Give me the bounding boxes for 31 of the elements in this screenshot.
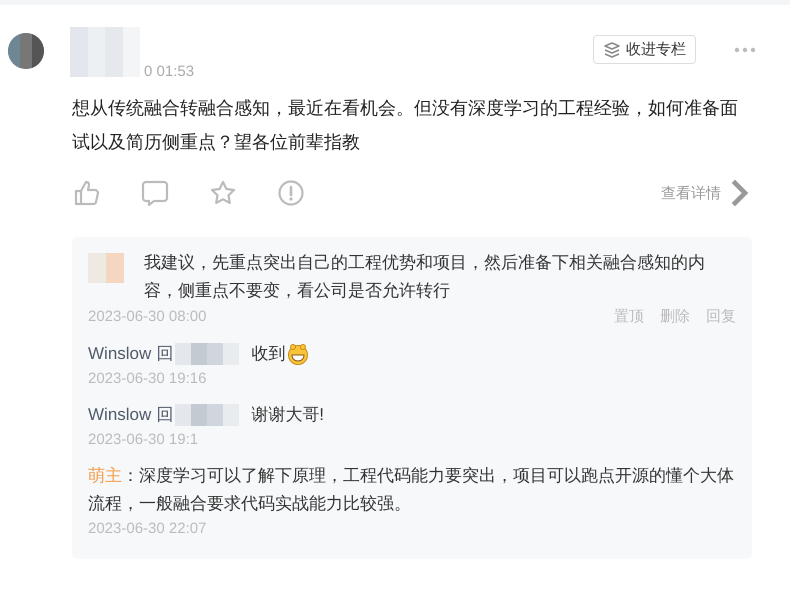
- pixelated-name: [70, 27, 140, 77]
- author-name[interactable]: Winslow: [88, 340, 152, 368]
- reply-label: 回: [156, 404, 174, 426]
- author-name[interactable]: Winslow: [88, 401, 152, 429]
- reply-time: 2023-06-30 22:07: [88, 520, 206, 537]
- star-icon[interactable]: [209, 179, 237, 207]
- pixelated-avatar: [88, 253, 124, 283]
- pixelated-name: [175, 343, 240, 365]
- reply-label: 回: [156, 343, 174, 365]
- reply-text: 萌主：深度学习可以了解下原理，工程代码能力要突出，项目可以跑点开源的懂个大体流程，一般融合要求代码实战能力比较强。: [88, 465, 735, 515]
- reply-time: 2023-06-30 19:1: [88, 431, 198, 448]
- thumbs-up-icon[interactable]: [73, 179, 101, 207]
- more-icon[interactable]: [734, 47, 756, 53]
- reply-text: 谢谢大哥!: [251, 404, 324, 426]
- stack-icon: [603, 42, 621, 58]
- pixelated-name: [175, 404, 240, 426]
- comment-icon[interactable]: [141, 179, 169, 207]
- collect-button[interactable]: 收进专栏: [593, 35, 696, 64]
- comment-action-link[interactable]: 删除: [660, 307, 690, 326]
- comment-time: 2023-06-30 08:00: [88, 308, 206, 325]
- comment-action-link[interactable]: 置顶: [614, 307, 644, 326]
- reply-text: 收到: [251, 343, 286, 365]
- post-time: 0 01:53: [144, 63, 194, 80]
- detail-link[interactable]: 查看详情: [661, 179, 752, 207]
- question-text: 想从传统融合转融合感知，最近在看机会。但没有深度学习的工程经验，如何准备面试以及简历侧重点？望各位前辈指教: [72, 97, 739, 154]
- reply-time: 2023-06-30 19:16: [88, 370, 206, 387]
- author-name[interactable]: 萌主: [88, 466, 122, 485]
- comment-text: 我建议，先重点突出自己的工程优势和项目，然后准备下相关融合感知的内容，侧重点不要变，看公司是否允许转行: [88, 249, 736, 305]
- comment-action-link[interactable]: 回复: [706, 307, 736, 326]
- pixelated-avatar: [8, 33, 44, 69]
- alert-icon[interactable]: [277, 179, 305, 207]
